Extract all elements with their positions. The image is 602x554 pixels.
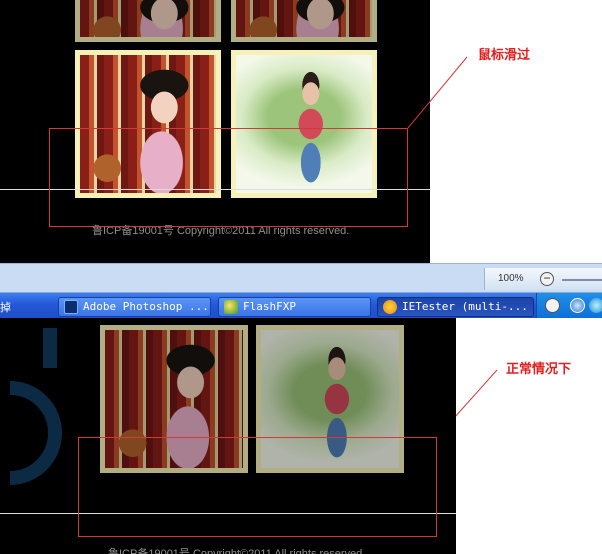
copyright-footer: 鲁ICP备19001号 Copyright©2011 All rights re… [108,548,366,554]
normal-annotation-label: 正常情况下 [506,361,572,376]
taskbar-item-label: Adobe Photoshop ... [83,300,209,313]
hover-annotation-label: 鼠标滑过 [478,47,531,62]
browser-back-icon[interactable] [570,298,585,313]
network-icon[interactable] [589,298,602,313]
flashfxp-icon [224,300,238,314]
input-method-icon[interactable] [545,298,560,313]
photoshop-icon [64,300,78,314]
taskbar-item-label: IETester (multi-... [402,300,528,313]
zoom-out-icon[interactable]: − [540,272,554,286]
taskbar-item-ietester[interactable]: IETester (multi-... [377,297,534,317]
ietester-icon [383,300,397,314]
taskbar-item-flashfxp[interactable]: FlashFXP [218,297,371,317]
system-tray [536,293,602,318]
normal-highlight-box [78,437,437,537]
taskbar-item-label: FlashFXP [243,300,296,313]
background-decoration-arrow [9,328,62,485]
taskbar-item-photoshop[interactable]: Adobe Photoshop ... [58,297,211,317]
zoom-level[interactable]: 100% [498,273,524,284]
zoom-slider[interactable] [562,279,602,281]
taskbar-item-fragment[interactable]: 掉 [0,299,11,315]
